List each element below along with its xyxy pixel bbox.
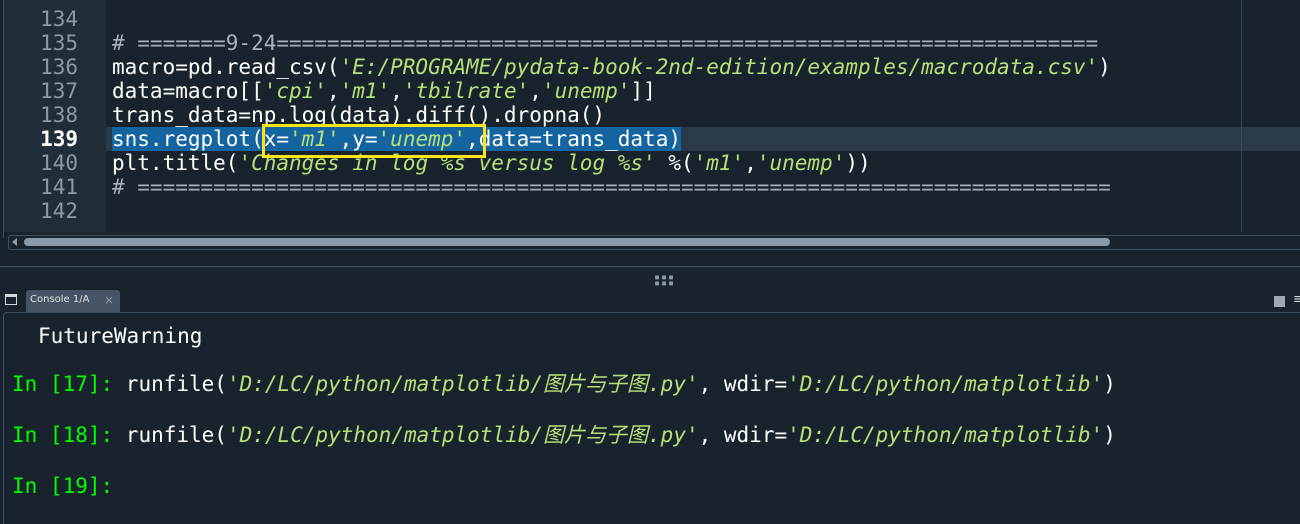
string-token: 'D:/LC/python/matplotlib/图片与子图.py' — [226, 423, 699, 447]
console-code: ) — [1103, 423, 1116, 447]
console-prompt: In [19]: — [12, 474, 114, 498]
window-pane-icon[interactable] — [5, 294, 17, 305]
code-token: macro=pd.read_csv( — [112, 55, 340, 79]
line-number: 140 — [40, 151, 78, 175]
line-number: 141 — [40, 175, 78, 199]
code-token: ,data=trans_data) — [466, 127, 681, 151]
string-token: 'm1' — [693, 151, 745, 175]
code-line-137[interactable]: data=macro[['cpi','m1','tbilrate','unemp… — [112, 79, 656, 103]
console-code: , wdir= — [698, 372, 788, 396]
current-line-number: 139 — [40, 127, 78, 151]
string-token: 'unemp' — [756, 151, 846, 175]
code-token: %( — [655, 151, 694, 175]
code-token: , — [744, 151, 757, 175]
code-token: )) — [845, 151, 871, 175]
console-tab-bar — [0, 288, 1300, 312]
string-token: 'D:/LC/python/matplotlib' — [787, 372, 1104, 396]
code-token: plt.title( — [112, 151, 239, 175]
line-number-gutter: 134 135 136 137 138 139 140 141 142 — [4, 0, 106, 232]
stop-icon[interactable] — [1274, 296, 1285, 307]
code-token: data=macro[[ — [112, 79, 264, 103]
console-code: , wdir= — [698, 423, 788, 447]
console-code: runfile( — [113, 372, 227, 396]
console-input-line-19[interactable]: In [19]: — [12, 473, 113, 499]
pane-splitter[interactable] — [0, 252, 1300, 286]
code-line-136[interactable]: macro=pd.read_csv('E:/PROGRAME/pydata-bo… — [112, 55, 1111, 79]
code-token: ) — [1098, 55, 1111, 79]
string-token: 'tbilrate' — [402, 79, 530, 103]
line-number: 136 — [40, 55, 78, 79]
ipython-console[interactable]: FutureWarning In [17]: runfile('D:/LC/py… — [3, 312, 1300, 524]
line-number: 137 — [40, 79, 78, 103]
code-token: , — [390, 79, 403, 103]
annotation-highlight-box — [262, 124, 486, 158]
string-token: 'cpi' — [263, 79, 327, 103]
console-code: runfile( — [113, 423, 227, 447]
console-output-warning: FutureWarning — [38, 324, 203, 348]
console-prompt: In [17]: — [12, 372, 114, 396]
string-token: 'D:/LC/python/matplotlib/图片与子图.py' — [226, 372, 699, 396]
code-line-135[interactable]: # =======9-24===========================… — [112, 31, 1098, 55]
string-token: 'D:/LC/python/matplotlib' — [787, 423, 1104, 447]
splitter-line — [0, 266, 1300, 267]
code-line-141[interactable]: # ======================================… — [112, 175, 1111, 199]
code-token: , — [326, 79, 340, 103]
code-editor[interactable]: 134 135 136 137 138 139 140 141 142 # ==… — [0, 0, 1300, 252]
console-prompt: In [18]: — [12, 423, 114, 447]
console-input-line-17: In [17]: runfile('D:/LC/python/matplotli… — [12, 371, 1116, 397]
console-input-line-18: In [18]: runfile('D:/LC/python/matplotli… — [12, 422, 1116, 448]
code-line-140[interactable]: plt.title('Changes in log %s versus log … — [112, 151, 871, 175]
line-number: 142 — [40, 199, 78, 223]
line-number: 134 — [40, 7, 78, 31]
code-token: , — [529, 79, 542, 103]
options-menu-icon[interactable]: ≡ — [1293, 292, 1300, 307]
code-text-area[interactable]: # =======9-24===========================… — [106, 0, 1300, 232]
line-number: 135 — [40, 31, 78, 55]
horizontal-scrollbar-thumb[interactable] — [24, 238, 1110, 246]
console-tab-label: Console 1/A — [30, 294, 90, 305]
splitter-grip-icon[interactable]: ▪▪▪ ▪▪▪ — [654, 273, 675, 289]
string-token: 'E:/PROGRAME/pydata-book-2nd-edition/exa… — [339, 55, 1099, 79]
scroll-left-arrow-icon[interactable] — [12, 238, 17, 246]
string-token: 'm1' — [339, 79, 391, 103]
close-icon[interactable]: × — [104, 293, 114, 307]
code-token: ]] — [630, 79, 656, 103]
console-code: ) — [1103, 372, 1116, 396]
string-token: 'unemp' — [541, 79, 631, 103]
edge-line-marker — [1241, 0, 1242, 232]
tab-console-1a[interactable]: Console 1/A × — [26, 290, 120, 312]
line-number: 138 — [40, 103, 78, 127]
